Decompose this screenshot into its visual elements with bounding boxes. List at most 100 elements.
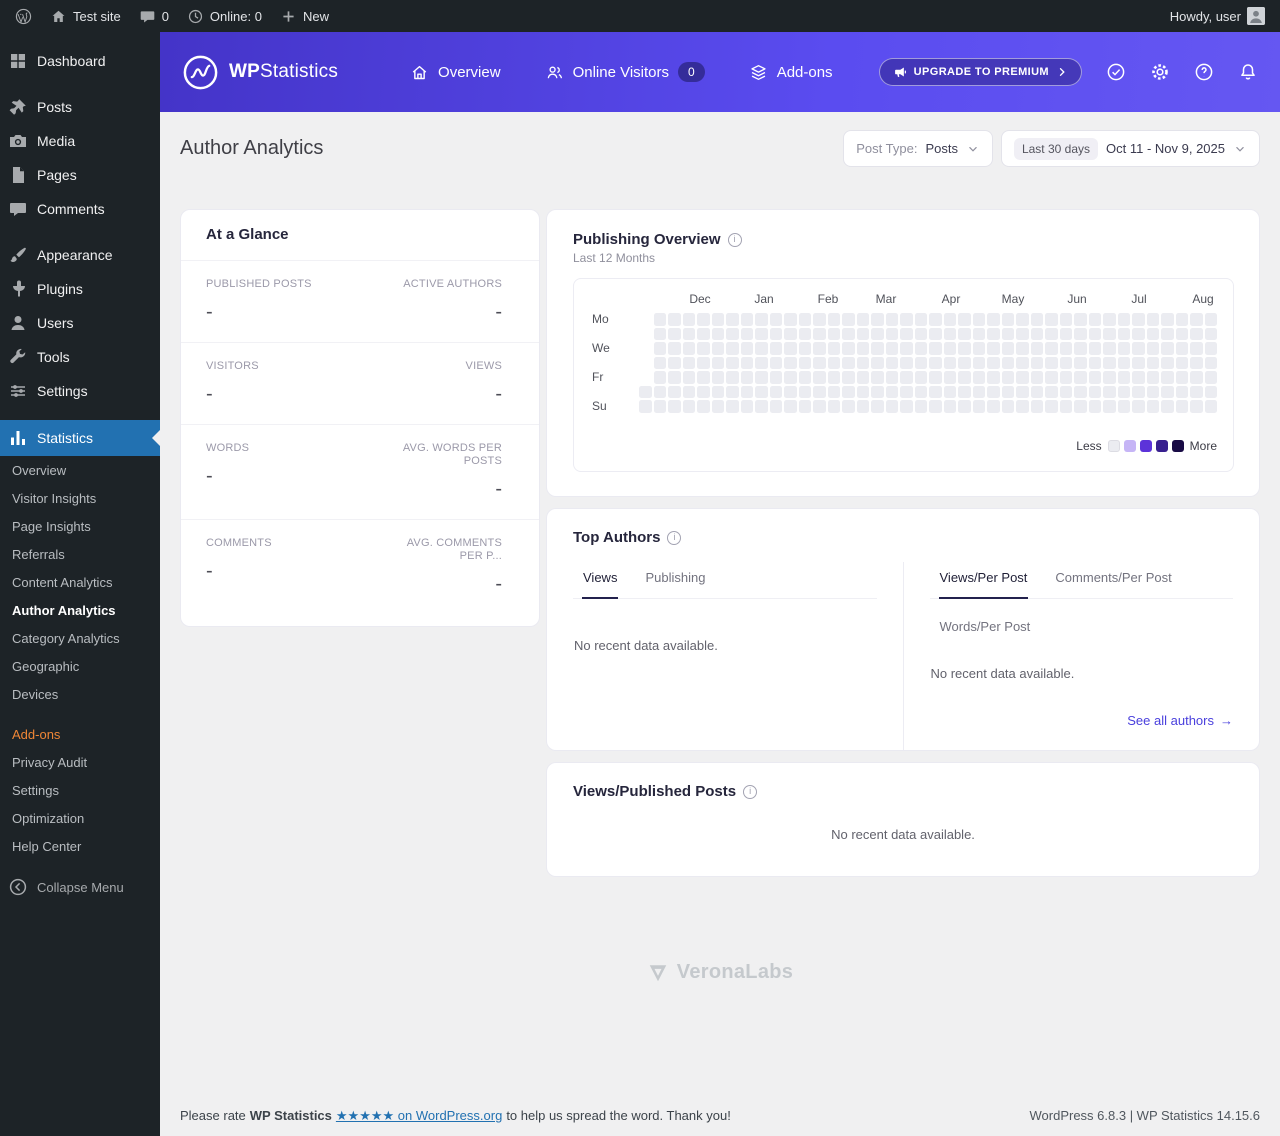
wordpress-org-rating-link[interactable]: ★★★★★ on WordPress.org — [336, 1108, 502, 1124]
heatmap-week-column — [1045, 313, 1058, 413]
submenu-item-devices[interactable]: Devices — [0, 680, 160, 708]
info-icon[interactable]: i — [667, 530, 682, 545]
submenu-item-referrals[interactable]: Referrals — [0, 540, 160, 568]
heatmap-cell — [1016, 371, 1029, 384]
submenu-item-privacy-audit[interactable]: Privacy Audit — [0, 748, 160, 776]
heatmap-day-label: Fr — [592, 370, 604, 384]
comments-menu[interactable]: 0 — [130, 0, 178, 32]
submenu-item-help-center[interactable]: Help Center — [0, 832, 160, 860]
upgrade-premium-button[interactable]: UPGRADE TO PREMIUM — [878, 58, 1082, 86]
card-title: Publishing Overview — [573, 231, 721, 248]
new-content-menu[interactable]: New — [271, 0, 338, 32]
date-range-filter[interactable]: Last 30 days Oct 11 - Nov 9, 2025 — [1000, 130, 1260, 167]
heatmap-cell — [1074, 327, 1087, 340]
heatmap-cell — [755, 327, 768, 340]
submenu-item-category-analytics[interactable]: Category Analytics — [0, 624, 160, 652]
person-icon — [1247, 7, 1265, 25]
heatmap-cell — [856, 313, 869, 326]
heatmap-cell — [668, 342, 681, 355]
heatmap-cell — [1030, 342, 1043, 355]
sidebar-item-tools[interactable]: Tools — [0, 340, 160, 374]
wp-statistics-logo[interactable]: WPStatistics — [182, 54, 338, 91]
footer: Please rate WP Statistics ★★★★★ on WordP… — [180, 1108, 1260, 1124]
heatmap-cell — [1045, 327, 1058, 340]
heatmap-cell — [885, 342, 898, 355]
heatmap-cell — [813, 400, 826, 413]
submenu-item-optimization[interactable]: Optimization — [0, 804, 160, 832]
sidebar-item-dashboard[interactable]: Dashboard — [0, 44, 160, 78]
sidebar-item-users[interactable]: Users — [0, 306, 160, 340]
notifications-bell-icon[interactable] — [1238, 62, 1258, 82]
tab-publishing[interactable]: Publishing — [644, 562, 706, 598]
heatmap-cell — [726, 400, 739, 413]
site-name-menu[interactable]: Test site — [41, 0, 130, 32]
heatmap-cell — [1059, 400, 1072, 413]
sidebar-item-settings[interactable]: Settings — [0, 374, 160, 408]
heatmap-cell — [871, 327, 884, 340]
info-icon[interactable]: i — [743, 784, 758, 799]
tab-views[interactable]: Views — [582, 562, 619, 599]
heatmap-cell — [784, 327, 797, 340]
tab-views-per-post[interactable]: Views/Per Post — [938, 562, 1029, 599]
submenu-item-add-ons[interactable]: Add-ons — [0, 720, 160, 748]
heatmap-cell — [1074, 313, 1087, 326]
sidebar-item-pages[interactable]: Pages — [0, 158, 160, 192]
heatmap-cell — [914, 356, 927, 369]
submenu-item-page-insights[interactable]: Page Insights — [0, 512, 160, 540]
heatmap-cell — [1016, 313, 1029, 326]
collapse-menu-button[interactable]: Collapse Menu — [0, 870, 160, 904]
heatmap-cell — [668, 400, 681, 413]
views-published-posts-card: Views/Published Posts i No recent data a… — [546, 762, 1260, 877]
heatmap-cell — [1074, 356, 1087, 369]
appearance-icon — [8, 245, 28, 265]
submenu-item-overview[interactable]: Overview — [0, 456, 160, 484]
heatmap-cell — [1030, 400, 1043, 413]
submenu-item-visitor-insights[interactable]: Visitor Insights — [0, 484, 160, 512]
chart-icon — [8, 428, 28, 448]
license-check-icon[interactable] — [1106, 62, 1126, 82]
heatmap-week-column — [987, 313, 1000, 413]
heatmap-cell — [1103, 400, 1116, 413]
sidebar-item-media[interactable]: Media — [0, 124, 160, 158]
header-nav-add-ons[interactable]: Add-ons — [749, 63, 833, 82]
tab-words-per-post[interactable]: Words/Per Post — [939, 611, 1032, 636]
sidebar-item-comments[interactable]: Comments — [0, 192, 160, 226]
heatmap-cell — [1016, 385, 1029, 398]
comment-icon — [8, 199, 28, 219]
heatmap-week-column — [1146, 313, 1159, 413]
heatmap-cell — [1103, 327, 1116, 340]
metric-value: - — [206, 465, 213, 487]
heatmap-month-label: Jan — [754, 292, 774, 306]
heatmap-cell — [1190, 385, 1203, 398]
submenu-item-author-analytics[interactable]: Author Analytics — [0, 596, 160, 624]
info-icon[interactable]: i — [727, 232, 742, 247]
submenu-item-settings[interactable]: Settings — [0, 776, 160, 804]
sidebar-item-appearance[interactable]: Appearance — [0, 238, 160, 272]
wp-logo-menu[interactable] — [6, 0, 41, 32]
header-nav-overview[interactable]: Overview — [410, 63, 501, 82]
post-type-filter[interactable]: Post Type: Posts — [843, 130, 993, 167]
submenu-item-geographic[interactable]: Geographic — [0, 652, 160, 680]
my-account-menu[interactable]: Howdy, user — [1161, 0, 1274, 32]
heatmap-week-column — [1161, 313, 1174, 413]
empty-state-text: No recent data available. — [930, 666, 1075, 681]
heatmap-cell — [769, 342, 782, 355]
sidebar-item-plugins[interactable]: Plugins — [0, 272, 160, 306]
help-icon[interactable] — [1194, 62, 1214, 82]
online-users-menu[interactable]: Online: 0 — [178, 0, 271, 32]
sidebar-item-statistics[interactable]: Statistics — [0, 420, 160, 456]
heatmap-cell — [856, 327, 869, 340]
see-all-authors-link[interactable]: See all authors → — [930, 713, 1233, 728]
menu-separator — [0, 226, 160, 238]
header-nav-online-visitors[interactable]: Online Visitors 0 — [545, 62, 705, 82]
settings-gear-icon[interactable] — [1150, 62, 1170, 82]
submenu-item-content-analytics[interactable]: Content Analytics — [0, 568, 160, 596]
heatmap-week-column — [1030, 313, 1043, 413]
heatmap-cell — [1088, 371, 1101, 384]
brand-rest: Statistics — [260, 61, 339, 82]
header-nav: Overview Online Visitors 0 Add-ons — [410, 62, 833, 82]
comment-bubble-icon — [139, 8, 156, 25]
tab-comments-per-post[interactable]: Comments/Per Post — [1054, 562, 1172, 598]
sidebar-item-posts[interactable]: Posts — [0, 90, 160, 124]
heatmap-cell — [1088, 400, 1101, 413]
